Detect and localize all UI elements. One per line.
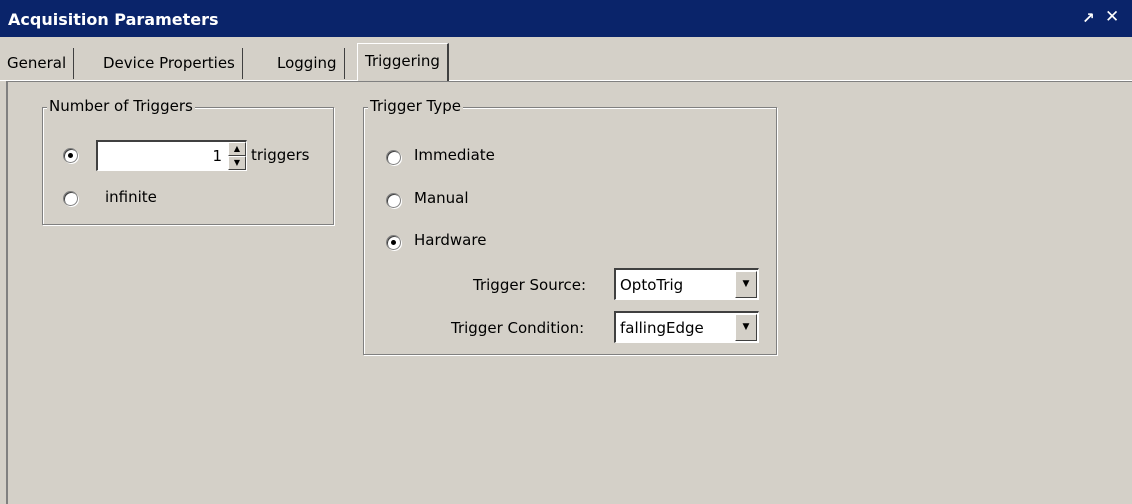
trigger-count-value[interactable]: 1: [212, 147, 222, 165]
hardware-label[interactable]: Hardware: [414, 231, 486, 249]
close-icon[interactable]: ✕: [1105, 7, 1119, 27]
triggering-panel: Number of Triggers 1 ▲ ▼ triggers infini…: [6, 81, 1132, 504]
spin-up-icon[interactable]: ▲: [228, 142, 246, 156]
tab-strip: General Device Properties Logging Trigge…: [0, 37, 1132, 81]
trigger-source-label: Trigger Source:: [473, 276, 587, 294]
chevron-down-icon[interactable]: ▼: [735, 314, 757, 341]
undock-icon[interactable]: ↗: [1082, 9, 1095, 27]
number-of-triggers-legend: Number of Triggers: [47, 97, 195, 115]
hardware-radio[interactable]: [386, 235, 401, 250]
triggers-unit-label: triggers: [251, 146, 310, 164]
immediate-radio[interactable]: [386, 150, 401, 165]
trigger-condition-value: fallingEdge: [620, 319, 704, 337]
tab-general[interactable]: General: [0, 48, 75, 79]
trigger-count-radio[interactable]: [63, 148, 78, 163]
number-of-triggers-group: Number of Triggers 1 ▲ ▼ triggers infini…: [42, 97, 334, 225]
tab-triggering[interactable]: Triggering: [357, 43, 449, 81]
immediate-label[interactable]: Immediate: [414, 146, 495, 164]
spin-down-icon[interactable]: ▼: [228, 156, 246, 170]
tab-device-properties[interactable]: Device Properties: [96, 48, 243, 79]
trigger-condition-select[interactable]: fallingEdge ▼: [614, 311, 759, 343]
window-titlebar: Acquisition Parameters ↗ ✕: [0, 0, 1132, 37]
tab-logging[interactable]: Logging: [270, 48, 345, 79]
tab-divider: [0, 80, 1132, 81]
manual-label[interactable]: Manual: [414, 189, 469, 207]
trigger-count-spinner[interactable]: 1 ▲ ▼: [96, 140, 247, 171]
infinite-radio[interactable]: [63, 191, 78, 206]
trigger-source-value: OptoTrig: [620, 276, 684, 294]
window-title: Acquisition Parameters: [8, 10, 219, 29]
manual-radio[interactable]: [386, 193, 401, 208]
trigger-condition-label: Trigger Condition:: [451, 319, 585, 337]
trigger-type-group: Trigger Type Immediate Manual Hardware T…: [363, 97, 777, 355]
infinite-label[interactable]: infinite: [105, 188, 157, 206]
chevron-down-icon[interactable]: ▼: [735, 271, 757, 298]
trigger-count-buttons: ▲ ▼: [228, 142, 246, 170]
trigger-type-legend: Trigger Type: [368, 97, 463, 115]
trigger-source-select[interactable]: OptoTrig ▼: [614, 268, 759, 300]
